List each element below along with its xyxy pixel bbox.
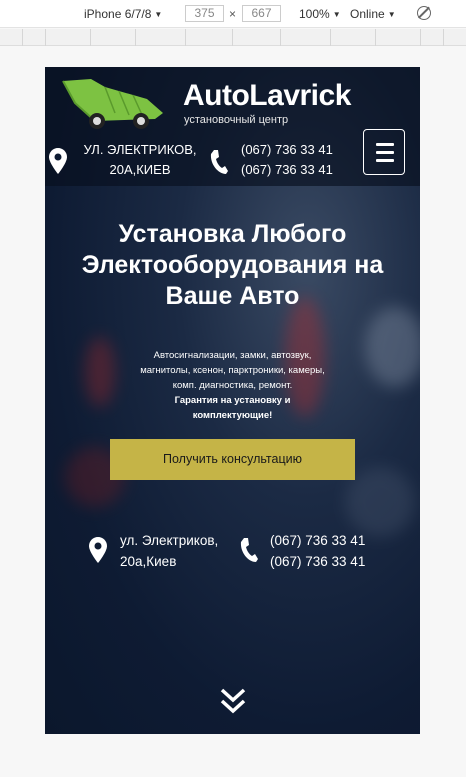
hero-title-line: Электооборудования на [81, 251, 384, 279]
hero-title: Установка Любого Электооборудования на В… [45, 219, 420, 312]
site-header: AutoLavrick установочный центр УЛ. ЭЛЕКТ… [45, 67, 420, 186]
device-select[interactable]: iPhone 6/7/8 ▼ [84, 7, 162, 21]
double-chevron-down-icon[interactable] [220, 687, 246, 715]
consultation-button[interactable]: Получить консультацию [110, 439, 355, 480]
header-phones: (067) 736 33 41 (067) 736 33 41 [241, 140, 333, 180]
device-label: iPhone 6/7/8 [84, 7, 152, 21]
caret-down-icon: ▼ [332, 10, 341, 19]
hero-description: Автосигнализации, замки, автозвук, магни… [135, 348, 330, 423]
zoom-select[interactable]: 100% ▼ [299, 7, 341, 21]
caret-down-icon: ▼ [154, 10, 163, 19]
network-select[interactable]: Online ▼ [350, 7, 396, 21]
phone-icon [240, 538, 258, 562]
zoom-label: 100% [299, 7, 330, 21]
contact-phone-link[interactable]: (067) 736 33 41 [270, 551, 365, 572]
hero-title-line: Ваше Авто [165, 282, 300, 310]
devtools-toolbar: iPhone 6/7/8 ▼ 375 × 667 100% ▼ Online ▼ [0, 0, 466, 28]
location-pin-icon [89, 537, 107, 563]
logo-car-icon[interactable] [59, 73, 165, 131]
logo-title[interactable]: AutoLavrick [183, 79, 351, 113]
header-phone-link[interactable]: (067) 736 33 41 [241, 160, 333, 180]
header-address-line: УЛ. ЭЛЕКТРИКОВ, [83, 142, 197, 157]
menu-bar [376, 151, 394, 154]
contact-phones: (067) 736 33 41 (067) 736 33 41 [270, 530, 365, 572]
contact-address: ул. Электриков, 20а,Киев [120, 530, 218, 572]
width-input[interactable]: 375 [185, 5, 224, 22]
header-address-line: 20А,КИЕВ [109, 162, 171, 177]
contact-address-line: 20а,Киев [120, 554, 177, 569]
services-list: Автосигнализации, замки, автозвук, магни… [140, 350, 325, 391]
caret-down-icon: ▼ [387, 10, 396, 19]
header-phone-link[interactable]: (067) 736 33 41 [241, 140, 333, 160]
hero-title-line: Установка Любого [118, 220, 347, 248]
guarantee-text: Гарантия на установку и комплектующие! [174, 395, 291, 421]
network-label: Online [350, 7, 385, 21]
location-pin-icon [49, 148, 67, 174]
height-input[interactable]: 667 [242, 5, 281, 22]
menu-bar [376, 143, 394, 146]
contact-phone-link[interactable]: (067) 736 33 41 [270, 530, 365, 551]
contact-address-line: ул. Электриков, [120, 533, 219, 548]
times-sign: × [229, 7, 237, 21]
media-query-bar [0, 29, 466, 46]
rotate-icon[interactable] [417, 6, 431, 20]
logo-subtitle: установочный центр [184, 114, 289, 126]
hamburger-menu-button[interactable] [363, 129, 405, 175]
phone-icon [210, 150, 228, 174]
header-address: УЛ. ЭЛЕКТРИКОВ, 20А,КИЕВ [75, 140, 205, 180]
device-viewport: AutoLavrick установочный центр УЛ. ЭЛЕКТ… [45, 67, 420, 734]
menu-bar [376, 159, 394, 162]
